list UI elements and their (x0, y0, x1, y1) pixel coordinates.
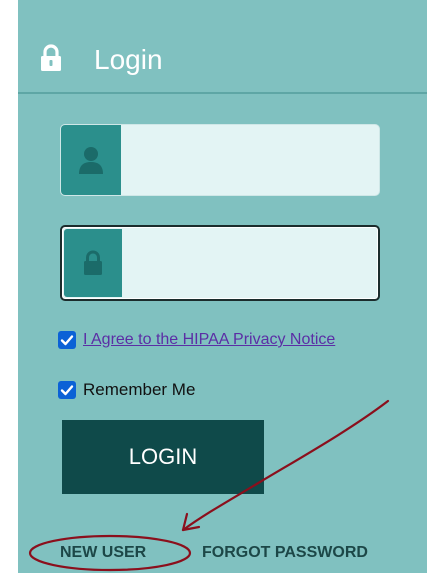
lock-icon (84, 250, 102, 275)
hipaa-privacy-notice-link[interactable]: I Agree to the HIPAA Privacy Notice (83, 331, 335, 349)
remember-me-label: Remember Me (83, 380, 196, 399)
page-title: Login (94, 44, 163, 75)
login-panel: Login I Agree to the HIPAA Privacy Notic… (18, 0, 427, 573)
username-icon-box (61, 125, 121, 195)
username-field[interactable] (60, 124, 380, 196)
lock-icon (41, 44, 61, 71)
remember-me-checkbox[interactable] (58, 381, 76, 399)
check-icon (60, 335, 74, 346)
username-input[interactable] (123, 125, 373, 195)
remember-me-row: Remember Me (58, 380, 195, 400)
password-icon-box (64, 229, 122, 297)
user-icon (79, 147, 103, 174)
new-user-link[interactable]: NEW USER (60, 544, 146, 562)
password-input[interactable] (124, 227, 374, 299)
forgot-password-link[interactable]: FORGOT PASSWORD (202, 544, 368, 562)
hipaa-agree-row: I Agree to the HIPAA Privacy Notice (58, 331, 335, 349)
login-button[interactable]: LOGIN (62, 420, 264, 494)
password-field[interactable] (60, 225, 380, 301)
login-header: Login (18, 0, 427, 94)
check-icon (60, 385, 74, 396)
hipaa-agree-checkbox[interactable] (58, 331, 76, 349)
